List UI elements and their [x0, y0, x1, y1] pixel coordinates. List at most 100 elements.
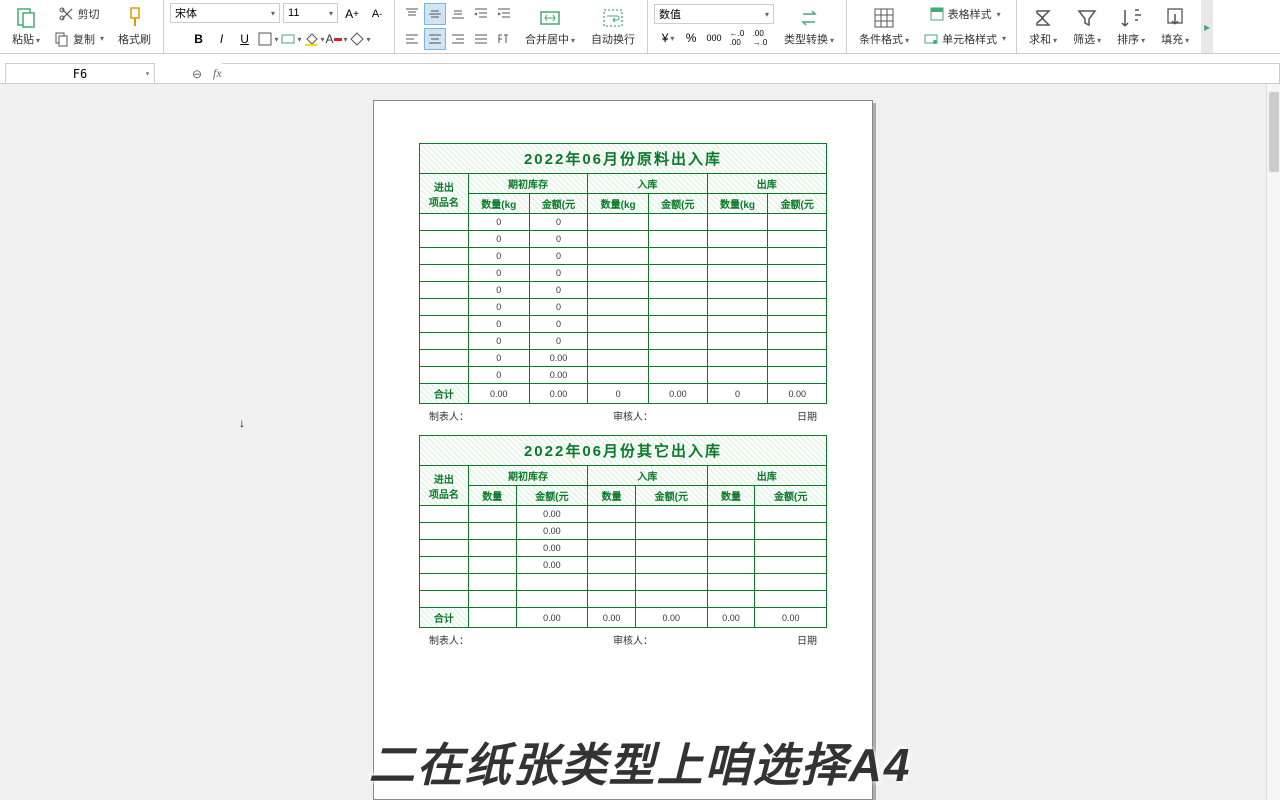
orientation-button[interactable] — [493, 28, 515, 50]
table1-footer: 制表人：审核人：日期 — [419, 404, 827, 435]
align-top-button[interactable] — [401, 3, 423, 25]
table-row: 00 — [420, 248, 827, 265]
align-center-button[interactable] — [424, 28, 446, 50]
filter-icon — [1075, 6, 1099, 30]
sort-button[interactable]: 排序▾ — [1111, 4, 1151, 49]
table-row: 0.00 — [420, 557, 827, 574]
sum-button[interactable]: 求和▾ — [1023, 4, 1063, 49]
bucket-icon — [303, 31, 319, 47]
wrap-text-button[interactable]: 自动换行 — [585, 4, 641, 49]
table-row: 00.00 — [420, 367, 827, 384]
table2-title: 2022年06月份其它出入库 — [419, 435, 827, 465]
formula-bar: F6▾ ⊖ fx — [0, 54, 1280, 84]
table-row: 00 — [420, 265, 827, 282]
row-arrow-icon: ↓ — [239, 416, 245, 430]
brush-icon — [123, 6, 147, 30]
decrease-font-button[interactable]: A- — [366, 3, 388, 25]
name-box[interactable]: F6▾ — [5, 63, 155, 85]
cond-format-button[interactable]: 条件格式▾ — [853, 4, 915, 49]
cell-style-icon — [923, 31, 939, 47]
increase-decimal-button[interactable]: ←.0.00 — [726, 27, 748, 49]
merge-center-button[interactable]: 合并居中▾ — [519, 4, 581, 49]
table-row: 00 — [420, 316, 827, 333]
type-convert-button[interactable]: 类型转换▾ — [778, 4, 840, 49]
ribbon-scroll-right[interactable]: ▸ — [1201, 0, 1213, 53]
zoom-out-icon[interactable]: ⊖ — [185, 67, 209, 81]
table-row: 0.00 — [420, 506, 827, 523]
table-style-button[interactable]: 表格样式▾ — [925, 4, 1005, 24]
table-row: 00.00 — [420, 350, 827, 367]
fx-icon[interactable]: fx — [213, 66, 222, 81]
cell-format-button[interactable]: ▾ — [280, 28, 302, 50]
increase-indent-button[interactable] — [493, 3, 515, 25]
vertical-scrollbar[interactable] — [1266, 84, 1280, 800]
table2: 进出项品名 期初库存 入库 出库 数量金额(元 数量金额(元 数量金额(元 0.… — [419, 465, 827, 628]
italic-button[interactable]: I — [211, 28, 233, 50]
border-button[interactable]: ▾ — [257, 28, 279, 50]
align-right-button[interactable] — [447, 28, 469, 50]
paste-icon — [14, 6, 38, 30]
border-icon — [257, 31, 273, 47]
align-bottom-button[interactable] — [447, 3, 469, 25]
align-left-button[interactable] — [401, 28, 423, 50]
table-row: 0.00 — [420, 540, 827, 557]
table-row: 00 — [420, 333, 827, 350]
table2-footer: 制表人：审核人：日期 — [419, 628, 827, 659]
align-middle-button[interactable] — [424, 3, 446, 25]
filter-button[interactable]: 筛选▾ — [1067, 4, 1107, 49]
sigma-icon — [1031, 6, 1055, 30]
fill-color-button[interactable]: ▾ — [303, 28, 325, 50]
cut-button[interactable]: 剪切 — [55, 4, 104, 24]
number-format-select[interactable]: 数值▾ — [654, 4, 774, 24]
cell-style-button[interactable]: 单元格样式▾ — [919, 29, 1010, 49]
font-family-select[interactable]: 宋体▾ — [170, 3, 280, 23]
fill-button[interactable]: 填充▾ — [1155, 4, 1195, 49]
styles-group: 条件格式▾ 表格样式▾ 单元格样式▾ — [847, 0, 1017, 53]
underline-button[interactable]: U — [234, 28, 256, 50]
table-style-icon — [929, 6, 945, 22]
print-page[interactable]: 2022年06月份原料出入库 进出项品名 期初库存 入库 出库 数量(kg金额(… — [373, 100, 873, 800]
table-row: 00 — [420, 282, 827, 299]
format-painter-button[interactable]: 格式刷 — [112, 4, 157, 49]
scissors-icon — [59, 6, 75, 22]
table-row: 00 — [420, 231, 827, 248]
fill-down-icon — [1163, 6, 1187, 30]
table1: 进出项品名 期初库存 入库 出库 数量(kg金额(元 数量(kg金额(元 数量(… — [419, 173, 827, 404]
paste-button[interactable]: 粘贴▾ — [6, 4, 46, 49]
percent-button[interactable]: % — [680, 27, 702, 49]
table-row: 00 — [420, 299, 827, 316]
comma-button[interactable]: 000 — [703, 27, 725, 49]
merge-icon — [538, 6, 562, 30]
font-size-select[interactable]: 11▾ — [283, 3, 338, 23]
currency-button[interactable]: ¥▾ — [657, 27, 679, 49]
font-group: 宋体▾ 11▾ A+ A- B I U ▾ ▾ ▾ A▾ ▾ — [164, 0, 395, 53]
table-row: 0.00 — [420, 523, 827, 540]
bold-button[interactable]: B — [188, 28, 210, 50]
ribbon-toolbar: 粘贴▾ 剪切 复制▾ 格式刷 宋体▾ 11▾ A+ — [0, 0, 1280, 54]
convert-icon — [797, 6, 821, 30]
decrease-indent-button[interactable] — [470, 3, 492, 25]
table1-title: 2022年06月份原料出入库 — [419, 143, 827, 173]
font-color-button[interactable]: A▾ — [326, 28, 348, 50]
table-row — [420, 591, 827, 608]
sort-icon — [1119, 6, 1143, 30]
highlight-button[interactable]: ▾ — [349, 28, 371, 50]
diamond-icon — [349, 31, 365, 47]
table1-corner: 进出项品名 — [420, 174, 469, 214]
number-group: 数值▾ ¥▾ % 000 ←.0.00 .00→.0 类型转换▾ — [648, 0, 847, 53]
copy-button[interactable]: 复制▾ — [50, 29, 108, 49]
table2-corner: 进出项品名 — [420, 466, 469, 506]
decrease-decimal-button[interactable]: .00→.0 — [749, 27, 771, 49]
alignment-group: 合并居中▾ 自动换行 — [395, 0, 648, 53]
justify-button[interactable] — [470, 28, 492, 50]
grid-icon — [872, 6, 896, 30]
cell-icon — [280, 31, 296, 47]
wrap-icon — [601, 6, 625, 30]
increase-font-button[interactable]: A+ — [341, 3, 363, 25]
clipboard-group: 粘贴▾ 剪切 复制▾ 格式刷 — [0, 0, 164, 53]
sheet-area: ↓ 2022年06月份原料出入库 进出项品名 期初库存 入库 出库 数量(kg金… — [0, 84, 1280, 800]
copy-icon — [54, 31, 70, 47]
formula-input[interactable] — [222, 63, 1280, 85]
editing-group: 求和▾ 筛选▾ 排序▾ 填充▾ — [1017, 0, 1201, 53]
table-row: 00 — [420, 214, 827, 231]
